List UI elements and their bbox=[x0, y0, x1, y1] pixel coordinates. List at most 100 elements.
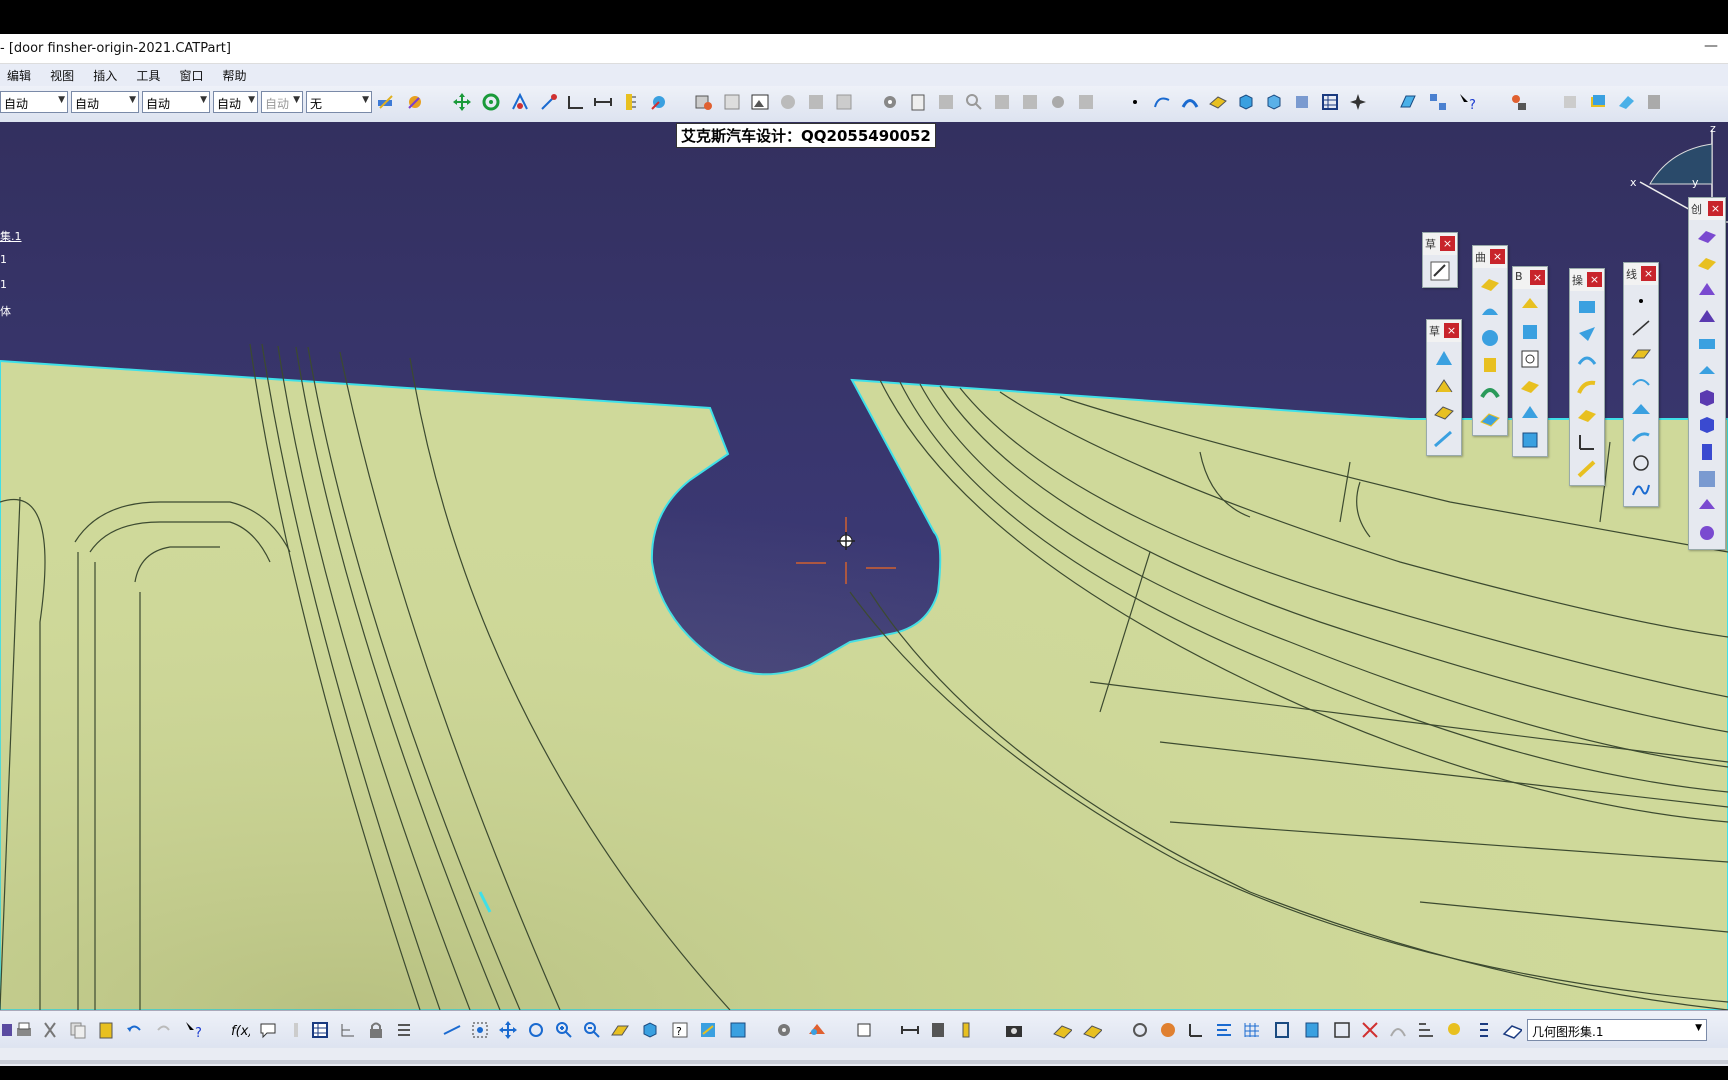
intersection-icon[interactable] bbox=[1630, 398, 1652, 420]
close-icon[interactable]: × bbox=[1444, 323, 1459, 338]
draft-icon[interactable] bbox=[1696, 522, 1718, 544]
join-icon[interactable] bbox=[1576, 296, 1598, 318]
distance-icon[interactable] bbox=[593, 92, 613, 112]
menu-window[interactable]: 窗口 bbox=[172, 64, 210, 84]
zoom-in-icon[interactable] bbox=[554, 1020, 574, 1040]
snap-icon[interactable] bbox=[510, 92, 530, 112]
positioned-sketch-palette[interactable]: 草 × bbox=[1426, 319, 1462, 456]
move-icon[interactable] bbox=[452, 92, 472, 112]
camera-icon[interactable] bbox=[1004, 1020, 1024, 1040]
point-type-select[interactable]: 自动 ▼ bbox=[261, 91, 303, 113]
sweep-icon[interactable] bbox=[1479, 381, 1501, 403]
wrap-icon[interactable] bbox=[1388, 1020, 1408, 1040]
curve-icon[interactable] bbox=[1152, 92, 1172, 112]
surfaces-palette[interactable]: 曲 × bbox=[1472, 245, 1508, 436]
close-icon[interactable]: × bbox=[1641, 266, 1656, 281]
pad-icon[interactable] bbox=[1696, 225, 1718, 247]
corner-icon[interactable] bbox=[1630, 425, 1652, 447]
tools-icon[interactable] bbox=[806, 92, 826, 112]
line-weight-select[interactable]: 自动 ▼ bbox=[142, 91, 210, 113]
tree-item[interactable]: 体 bbox=[0, 303, 22, 328]
transparency-select[interactable]: 自动 ▼ bbox=[71, 91, 139, 113]
split-view-icon[interactable] bbox=[1360, 1020, 1380, 1040]
assembly-icon[interactable] bbox=[1292, 92, 1312, 112]
material-icon[interactable] bbox=[806, 1020, 826, 1040]
pick-icon[interactable] bbox=[539, 92, 559, 112]
menu-insert[interactable]: 插入 bbox=[86, 64, 124, 84]
hierarchy-icon[interactable] bbox=[1416, 1020, 1436, 1040]
remove-icon[interactable] bbox=[1696, 468, 1718, 490]
spline-icon[interactable] bbox=[1630, 479, 1652, 501]
close-icon[interactable]: × bbox=[1440, 236, 1455, 251]
stack-icon[interactable] bbox=[1020, 92, 1040, 112]
symmetry-icon[interactable] bbox=[1576, 458, 1598, 480]
align-icon[interactable] bbox=[1214, 1020, 1234, 1040]
sketcher-palette[interactable]: 草 × bbox=[1422, 232, 1458, 288]
design-table-icon[interactable] bbox=[310, 1020, 330, 1040]
angle-icon[interactable] bbox=[566, 92, 586, 112]
inertia-icon[interactable] bbox=[649, 92, 669, 112]
split-icon[interactable] bbox=[1519, 348, 1541, 370]
shaft-icon[interactable] bbox=[1696, 279, 1718, 301]
3d-viewport[interactable] bbox=[0, 122, 1728, 1010]
extrude-icon[interactable] bbox=[1479, 273, 1501, 295]
stiffener-icon[interactable] bbox=[1696, 414, 1718, 436]
surface-icon[interactable] bbox=[1208, 92, 1228, 112]
print-icon[interactable] bbox=[14, 1020, 34, 1040]
section-icon[interactable] bbox=[1272, 1020, 1292, 1040]
grid-icon[interactable] bbox=[1242, 1020, 1262, 1040]
cylinder-icon[interactable] bbox=[1479, 354, 1501, 376]
clipboard-icon[interactable] bbox=[908, 92, 928, 112]
boundary-icon[interactable] bbox=[1519, 402, 1541, 424]
hand-icon[interactable] bbox=[1158, 1020, 1178, 1040]
groove-icon[interactable] bbox=[1696, 306, 1718, 328]
sheets-icon[interactable] bbox=[1588, 92, 1608, 112]
image-icon[interactable] bbox=[750, 92, 770, 112]
color-select[interactable]: 自动 ▼ bbox=[0, 91, 68, 113]
layer-icon[interactable] bbox=[1560, 92, 1580, 112]
point-icon[interactable] bbox=[1125, 92, 1145, 112]
loft-icon[interactable] bbox=[1696, 441, 1718, 463]
translate-icon[interactable] bbox=[1576, 404, 1598, 426]
operations-palette[interactable]: B × bbox=[1512, 266, 1548, 457]
plane-system-icon[interactable] bbox=[1433, 401, 1455, 423]
apply-material-icon[interactable] bbox=[854, 1020, 874, 1040]
tree-item[interactable]: 1 bbox=[0, 278, 22, 303]
axis-icon[interactable] bbox=[1186, 1020, 1206, 1040]
settings-icon[interactable] bbox=[880, 92, 900, 112]
extract-icon[interactable] bbox=[1519, 429, 1541, 451]
positioned-sketch-icon[interactable] bbox=[1433, 347, 1455, 369]
hide-show-icon[interactable] bbox=[698, 1020, 718, 1040]
measure-item-icon[interactable] bbox=[928, 1020, 948, 1040]
lock-icon[interactable] bbox=[366, 1020, 386, 1040]
measure-inertia-icon[interactable] bbox=[956, 1020, 976, 1040]
sparkle-icon[interactable] bbox=[1348, 92, 1368, 112]
bounding-box-icon[interactable] bbox=[1332, 1020, 1352, 1040]
line-icon[interactable] bbox=[1630, 317, 1652, 339]
chamfer-icon[interactable] bbox=[1576, 377, 1598, 399]
redo-icon[interactable] bbox=[154, 1020, 174, 1040]
circle-icon[interactable] bbox=[1630, 452, 1652, 474]
offset-icon[interactable] bbox=[1519, 321, 1541, 343]
swap-visible-icon[interactable] bbox=[728, 1020, 748, 1040]
close-icon[interactable]: × bbox=[1708, 201, 1723, 216]
geometric-set-icon[interactable] bbox=[1502, 1020, 1522, 1040]
trim-icon[interactable] bbox=[1519, 375, 1541, 397]
part-design-palette[interactable]: 创 × bbox=[1688, 197, 1726, 550]
pattern-icon[interactable] bbox=[778, 92, 798, 112]
sheet-metal-icon[interactable] bbox=[1052, 1020, 1072, 1040]
save-icon[interactable] bbox=[936, 92, 956, 112]
eraser-icon[interactable] bbox=[1616, 92, 1636, 112]
paste-icon[interactable] bbox=[96, 1020, 116, 1040]
zoom-out-icon[interactable] bbox=[582, 1020, 602, 1040]
close-icon[interactable]: × bbox=[1587, 272, 1602, 287]
rib-icon[interactable] bbox=[1696, 360, 1718, 382]
table-icon[interactable] bbox=[1320, 92, 1340, 112]
iso-view-icon[interactable] bbox=[640, 1020, 660, 1040]
axis-system-icon[interactable] bbox=[1433, 374, 1455, 396]
pocket-icon[interactable] bbox=[1696, 252, 1718, 274]
measure-between-icon[interactable] bbox=[900, 1020, 920, 1040]
catalog-icon[interactable] bbox=[722, 92, 742, 112]
help-icon[interactable]: ? bbox=[184, 1020, 204, 1040]
fit-all-icon[interactable] bbox=[470, 1020, 490, 1040]
